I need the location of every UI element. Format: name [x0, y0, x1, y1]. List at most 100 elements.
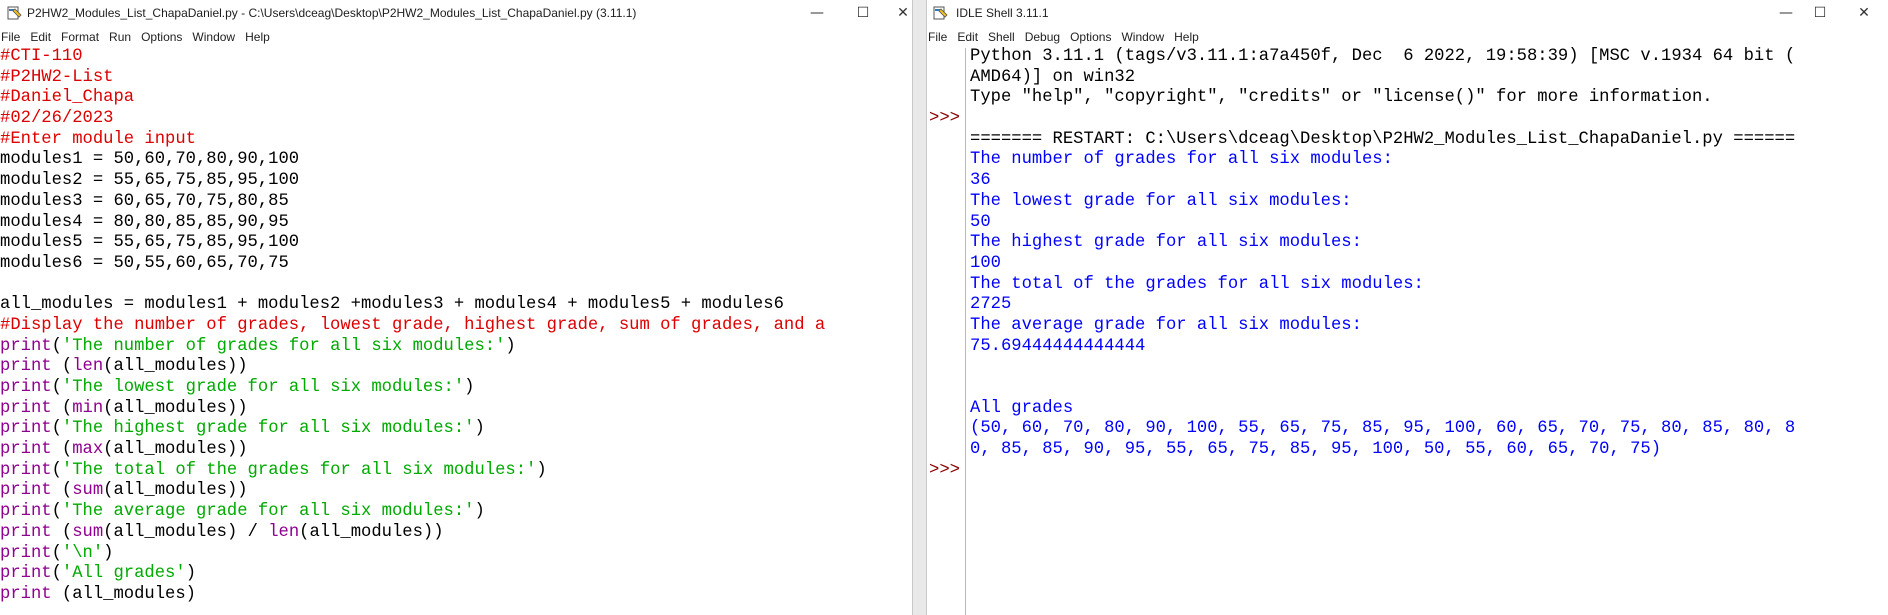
shell-output-line — [970, 461, 1795, 482]
editor-code-token: print — [0, 336, 52, 356]
editor-code-token: (all_modules)) — [103, 481, 248, 501]
editor-code-line: #Display the number of grades, lowest gr… — [0, 316, 825, 337]
editor-code-token: ( — [51, 481, 73, 501]
shell-menu-help[interactable]: Help — [1169, 26, 1204, 48]
editor-code-line: print (len(all_modules)) — [0, 357, 825, 378]
editor-code-token: #P2HW2-List — [0, 67, 114, 87]
editor-code-token: ) — [103, 543, 114, 563]
shell-maximize-button[interactable]: ☐ — [1797, 0, 1843, 26]
shell-output-token: The number of grades for all six modules… — [970, 150, 1393, 170]
editor-code-token: 'All grades' — [61, 564, 186, 584]
editor-code-token: modules6 = 50,55,60,65,70,75 — [0, 253, 289, 273]
editor-code-token: (all_modules)) — [103, 440, 248, 460]
editor-code-token: print — [0, 584, 52, 604]
editor-code-area[interactable]: #CTI-110 #P2HW2-List #Daniel_Chapa #02/26/2… — [0, 47, 825, 606]
editor-code-token: modules5 = 55,65,75,85,95,100 — [0, 233, 300, 253]
shell-close-button[interactable]: ✕ — [1841, 0, 1887, 26]
editor-code-token: ) — [464, 378, 475, 397]
shell-output-line — [970, 357, 1795, 378]
editor-menu-help[interactable]: Help — [240, 26, 275, 48]
python-idle-icon — [933, 6, 948, 20]
editor-code-line: #CTI-110 — [0, 47, 825, 68]
editor-code-token: #Enter module input — [0, 129, 196, 149]
shell-output-line — [970, 109, 1795, 130]
shell-output-token: The lowest grade for all six modules: — [970, 191, 1352, 211]
editor-code-line: modules2 = 55,65,75,85,95,100 — [0, 171, 825, 192]
editor-menu-format[interactable]: Format — [56, 26, 104, 48]
editor-code-token: print — [0, 398, 52, 418]
editor-code-token: sum — [72, 481, 104, 501]
shell-menu-options[interactable]: Options — [1065, 26, 1116, 48]
shell-output-line: The number of grades for all six modules… — [970, 150, 1795, 171]
editor-code-token: (all_modules)) — [299, 522, 444, 542]
editor-code-line — [0, 275, 825, 296]
shell-output-line: Python 3.11.1 (tags/v3.11.1:a7a450f, Dec… — [970, 47, 1795, 68]
editor-code-token: #02/26/2023 — [0, 109, 114, 129]
editor-code-line: print (max(all_modules)) — [0, 440, 825, 461]
shell-output-line: 50 — [970, 213, 1795, 234]
shell-output-token: ======= RESTART: C:\Users\dceag\Desktop\… — [970, 129, 1796, 149]
editor-code-token: ( — [51, 564, 62, 584]
shell-title: IDLE Shell 3.11.1 — [956, 6, 1049, 20]
editor-code-line: print('The highest grade for all six mod… — [0, 419, 825, 440]
shell-title-bar[interactable]: IDLE Shell 3.11.1 — ☐ ✕ — [927, 0, 1888, 26]
editor-code-token: len — [72, 357, 104, 377]
editor-code-token: 'The average grade for all six modules:' — [61, 502, 475, 522]
shell-menu-bar: File Edit Shell Debug Options Window Help — [927, 26, 1888, 48]
editor-code-token: all_modules = modules1 + modules2 +modul… — [0, 295, 784, 315]
shell-menu-file[interactable]: File — [927, 26, 952, 48]
shell-output-line: 100 — [970, 254, 1795, 275]
editor-menu-run[interactable]: Run — [104, 26, 136, 48]
editor-menu-file[interactable]: File — [0, 26, 25, 48]
editor-code-token: ( — [51, 522, 73, 542]
editor-code-token: #Display the number of grades, lowest gr… — [0, 315, 826, 335]
editor-code-token: (all_modules)) — [103, 357, 248, 377]
editor-code-token: ) — [505, 336, 516, 356]
editor-code-token: print — [0, 440, 52, 460]
editor-minimize-button[interactable]: — — [794, 0, 840, 26]
editor-code-token: print — [0, 481, 52, 501]
editor-code-token: '\n' — [61, 543, 104, 563]
editor-code-token: print — [0, 543, 52, 563]
shell-output-token: 100 — [970, 253, 1001, 273]
shell-output-line: Type "help", "copyright", "credits" or "… — [970, 88, 1795, 109]
shell-menu-window[interactable]: Window — [1116, 26, 1169, 48]
editor-title-bar[interactable]: P2HW2_Modules_List_ChapaDaniel.py - C:\U… — [0, 0, 912, 26]
python-idle-icon — [7, 6, 22, 20]
editor-code-token: min — [72, 398, 104, 418]
shell-output-line — [970, 378, 1795, 399]
shell-output-token: 0, 85, 85, 90, 95, 55, 65, 75, 85, 95, 1… — [970, 440, 1662, 460]
shell-output-line: The lowest grade for all six modules: — [970, 192, 1795, 213]
shell-output-token: 36 — [970, 171, 991, 191]
editor-menu-options[interactable]: Options — [136, 26, 187, 48]
editor-code-line: print('The lowest grade for all six modu… — [0, 378, 825, 399]
editor-menu-window[interactable]: Window — [187, 26, 240, 48]
editor-code-line: modules6 = 50,55,60,65,70,75 — [0, 254, 825, 275]
shell-menu-debug[interactable]: Debug — [1020, 26, 1065, 48]
shell-output-line: AMD64)] on win32 — [970, 68, 1795, 89]
editor-code-token: 'The highest grade for all six modules:' — [61, 419, 475, 439]
window-divider — [912, 0, 927, 615]
shell-output-line: The highest grade for all six modules: — [970, 233, 1795, 254]
shell-output-line: 36 — [970, 171, 1795, 192]
editor-code-token: ( — [51, 440, 73, 460]
shell-output-token: Type "help", "copyright", "credits" or "… — [970, 88, 1713, 108]
shell-output-line: 0, 85, 85, 90, 95, 55, 65, 75, 85, 95, 1… — [970, 440, 1795, 461]
editor-code-token: 'The total of the grades for all six mod… — [61, 460, 537, 480]
shell-output-token: (50, 60, 70, 80, 90, 100, 55, 65, 75, 85… — [970, 419, 1796, 439]
editor-code-token: modules1 = 50,60,70,80,90,100 — [0, 150, 300, 170]
shell-menu-edit[interactable]: Edit — [952, 26, 983, 48]
shell-output-area[interactable]: Python 3.11.1 (tags/v3.11.1:a7a450f, Dec… — [970, 47, 1795, 481]
editor-code-token: modules3 = 60,65,70,75,80,85 — [0, 191, 289, 211]
editor-menu-edit[interactable]: Edit — [25, 26, 56, 48]
editor-code-token: ( — [51, 502, 62, 522]
shell-output-line: 75.69444444444444 — [970, 337, 1795, 358]
editor-code-token: print — [0, 419, 52, 439]
shell-prompt: >>> — [929, 461, 960, 480]
editor-title: P2HW2_Modules_List_ChapaDaniel.py - C:\U… — [27, 6, 637, 20]
editor-code-line: modules3 = 60,65,70,75,80,85 — [0, 192, 825, 213]
shell-output-token: The average grade for all six modules: — [970, 315, 1362, 335]
editor-close-button[interactable]: ✕ — [880, 0, 912, 26]
shell-menu-shell[interactable]: Shell — [983, 26, 1020, 48]
editor-code-token: print — [0, 522, 52, 542]
